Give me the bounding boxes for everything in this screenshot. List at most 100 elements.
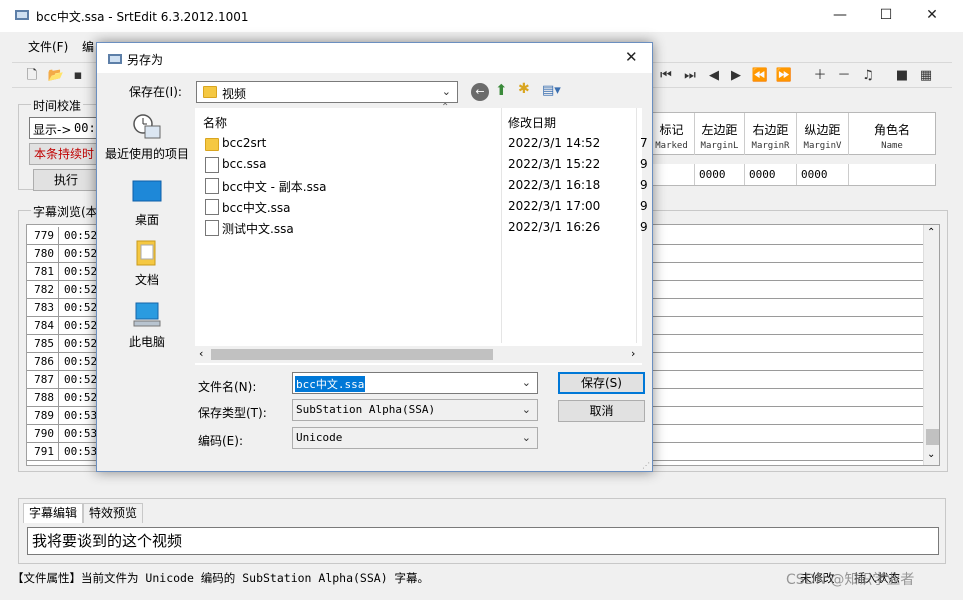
tab-effect-preview[interactable]: 特效预览: [83, 503, 144, 523]
cell-marked[interactable]: [649, 164, 695, 185]
filename-input[interactable]: bcc中文.ssa ⌄: [292, 372, 538, 394]
file-date: 2022/3/1 17:00: [508, 199, 601, 213]
file-name: bcc.ssa: [222, 157, 267, 171]
cell-name[interactable]: [849, 164, 935, 185]
file-row[interactable]: bcc.ssa 2022/3/1 15:22 9: [195, 154, 648, 175]
edit-area: 字幕编辑 特效预览 我将要谈到的这个视频: [18, 498, 946, 564]
save-icon[interactable]: ▪: [68, 66, 88, 86]
scroll-thumb[interactable]: [926, 429, 939, 445]
document-icon: [205, 178, 219, 194]
save-in-dropdown[interactable]: 视频 ⌄: [196, 81, 458, 103]
menu-file[interactable]: 文件(F): [28, 38, 68, 55]
dialog-app-icon: [107, 51, 123, 67]
rewind-icon[interactable]: ⏪: [750, 66, 770, 86]
next-icon[interactable]: ▶: [726, 66, 746, 86]
file-extra: 9: [640, 157, 648, 171]
cancel-button[interactable]: 取消: [558, 400, 645, 422]
document-icon: [205, 220, 219, 236]
filetype-dropdown[interactable]: SubStation Alpha(SSA) ⌄: [292, 399, 538, 421]
maximize-button[interactable]: ☐: [863, 0, 909, 30]
display-field[interactable]: 显示-> 00:0: [29, 117, 103, 139]
scroll-up-icon[interactable]: ⌃: [927, 227, 935, 238]
cell-marginr[interactable]: 0000: [745, 164, 797, 185]
save-button[interactable]: 保存(S): [558, 372, 645, 394]
subtitle-browse-label: 字幕浏览(本: [31, 203, 100, 220]
chevron-down-icon: ⌄: [521, 376, 531, 389]
continue-duration-button[interactable]: 本条持续时: [29, 143, 99, 165]
file-name: bcc2srt: [222, 136, 267, 150]
app-icon: [14, 7, 30, 23]
place-desktop-label: 桌面: [134, 213, 159, 227]
filetype-label: 保存类型(T):: [198, 406, 267, 420]
encoding-dropdown[interactable]: Unicode ⌄: [292, 427, 538, 449]
film-icon[interactable]: ■: [892, 66, 912, 86]
computer-icon: [132, 301, 162, 329]
file-row[interactable]: bcc中文.ssa 2022/3/1 17:00 9: [195, 196, 648, 217]
col-marginl: 左边距 MarginL: [695, 113, 745, 155]
up-folder-icon[interactable]: ⬆: [495, 81, 508, 99]
save-in-label: 保存在(I):: [129, 85, 182, 99]
resize-grip-icon[interactable]: ⋰: [642, 461, 650, 470]
file-row[interactable]: bcc2srt 2022/3/1 14:52 7: [195, 133, 648, 154]
prev-icon[interactable]: ◀: [704, 66, 724, 86]
new-file-icon[interactable]: 🗋: [22, 66, 42, 86]
file-list-hscrollbar[interactable]: ‹ ›: [195, 346, 642, 363]
file-row[interactable]: bcc中文 - 副本.ssa 2022/3/1 16:18 9: [195, 175, 648, 196]
cell-marginl[interactable]: 0000: [695, 164, 745, 185]
file-name: bcc中文.ssa: [222, 201, 291, 215]
place-recent-label: 最近使用的项目: [104, 147, 189, 161]
scroll-down-icon[interactable]: ⌄: [927, 449, 935, 460]
view-menu-icon[interactable]: ▤▾: [542, 83, 561, 98]
tab-subtitle-edit[interactable]: 字幕编辑: [23, 503, 84, 523]
execute-button[interactable]: 执行: [33, 169, 99, 191]
dialog-title-bar: 另存为 ✕: [97, 43, 652, 73]
documents-icon: [132, 239, 162, 267]
place-documents[interactable]: 文档: [97, 239, 197, 288]
fast-forward-icon[interactable]: ⏩: [774, 66, 794, 86]
save-in-value: 视频: [222, 87, 247, 101]
subtitle-list-scrollbar[interactable]: ⌃ ⌄: [923, 225, 939, 465]
menu-edit[interactable]: 编: [82, 38, 94, 55]
col-header-name[interactable]: 名称: [203, 114, 227, 131]
document-icon: [205, 157, 219, 173]
clapper-icon[interactable]: ▦: [916, 66, 936, 86]
col-marginv: 纵边距 MarginV: [797, 113, 849, 155]
minimize-button[interactable]: —: [817, 0, 863, 30]
timing-group-label: 时间校准: [31, 97, 84, 114]
dialog-close-button[interactable]: ✕: [625, 48, 638, 66]
place-recent[interactable]: 最近使用的项目: [97, 113, 197, 162]
skip-last-icon[interactable]: ⏭: [680, 66, 700, 86]
music-icon[interactable]: ♫: [858, 66, 878, 86]
hscroll-thumb[interactable]: [211, 349, 493, 360]
file-date: 2022/3/1 16:18: [508, 178, 601, 192]
place-documents-label: 文档: [134, 273, 159, 287]
back-icon[interactable]: ←: [471, 83, 489, 101]
add-icon[interactable]: ＋: [810, 66, 830, 86]
watermark: CSDN @知识学业者: [786, 572, 915, 588]
file-date: 2022/3/1 14:52: [508, 136, 601, 150]
remove-icon[interactable]: －: [834, 66, 854, 86]
col-marked: 标记 Marked: [649, 113, 695, 155]
file-list[interactable]: ⌃ 名称 修改日期 bcc2srt 2022/3/1 14:52 7 bcc.s…: [195, 102, 648, 365]
close-button[interactable]: ✕: [909, 0, 955, 30]
cell-marginv[interactable]: 0000: [797, 164, 849, 185]
place-this-pc[interactable]: 此电脑: [97, 301, 197, 350]
place-desktop[interactable]: 桌面: [97, 179, 197, 228]
skip-first-icon[interactable]: ⏮: [656, 66, 676, 86]
chevron-down-icon: ⌄: [441, 85, 451, 98]
open-folder-icon[interactable]: 📂: [46, 66, 66, 86]
scroll-right-icon[interactable]: ›: [631, 347, 635, 360]
save-as-dialog: 另存为 ✕ 保存在(I): 视频 ⌄ ← ⬆ ✱ ▤▾ 最近使用的项目 桌面 文…: [96, 42, 653, 472]
subtitle-text-input[interactable]: 我将要谈到的这个视频: [27, 527, 939, 555]
col-header-date[interactable]: 修改日期: [508, 114, 556, 131]
filename-label: 文件名(N):: [198, 380, 257, 394]
file-extra: 9: [640, 220, 648, 234]
new-folder-icon[interactable]: ✱: [518, 81, 530, 97]
style-grid-row[interactable]: 0000 0000 0000: [648, 164, 936, 186]
col-marginr: 右边距 MarginR: [745, 113, 797, 155]
display-label: 显示->: [33, 123, 72, 137]
chevron-down-icon: ⌄: [521, 431, 531, 444]
file-date: 2022/3/1 16:26: [508, 220, 601, 234]
file-row[interactable]: 测试中文.ssa 2022/3/1 16:26 9: [195, 217, 648, 238]
scroll-left-icon[interactable]: ‹: [199, 347, 203, 360]
